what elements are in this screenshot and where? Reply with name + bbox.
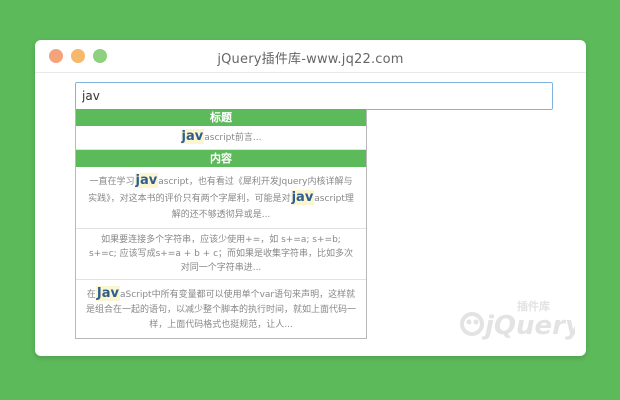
jquery-logo: jQuery 插件库 (460, 299, 575, 341)
suggestion-text: ascript前言... (204, 133, 262, 143)
svg-text:插件库: 插件库 (517, 299, 550, 313)
content-suggestion[interactable]: 在JavaScript中所有变量都可以使用单个var语句来声明，这样就是组合在一… (76, 280, 366, 338)
content-suggestion[interactable]: 如果要连接多个字符串，应该少使用+=，如 s+=a; s+=b; s+=c; 应… (76, 229, 366, 280)
search-input[interactable] (75, 82, 553, 110)
svg-text:jQuery: jQuery (481, 311, 575, 341)
title-suggestion[interactable]: javascript前言... (76, 126, 366, 150)
match-highlight: Jav (95, 286, 120, 301)
match-highlight: jav (134, 173, 159, 188)
title-bar: jQuery插件库-www.jq22.com (35, 40, 586, 73)
suggestion-text: 一直在学习 (89, 177, 135, 187)
suggestion-text: 在 (86, 290, 96, 300)
title-section-header: 标题 (76, 109, 366, 126)
content-section-header: 内容 (76, 150, 366, 167)
window-title: jQuery插件库-www.jq22.com (217, 52, 404, 67)
content-suggestion[interactable]: 一直在学习javascript，也有看过《犀利开发Jquery内核详解与实践》，… (76, 167, 366, 229)
match-highlight: jav (180, 129, 205, 144)
suggestion-text: aScript中所有变量都可以使用单个var语句来声明，这样就是组合在一起的语句… (86, 290, 357, 330)
app-window: jQuery插件库-www.jq22.com 标题 javascript前言..… (35, 40, 586, 356)
match-highlight: jav (290, 190, 315, 205)
autocomplete-dropdown: 标题 javascript前言... 内容 一直在学习javascript，也有… (75, 109, 367, 339)
suggestion-text: 如果要连接多个字符串，应该少使用+=，如 s+=a; s+=b; s+=c; 应… (88, 235, 354, 273)
